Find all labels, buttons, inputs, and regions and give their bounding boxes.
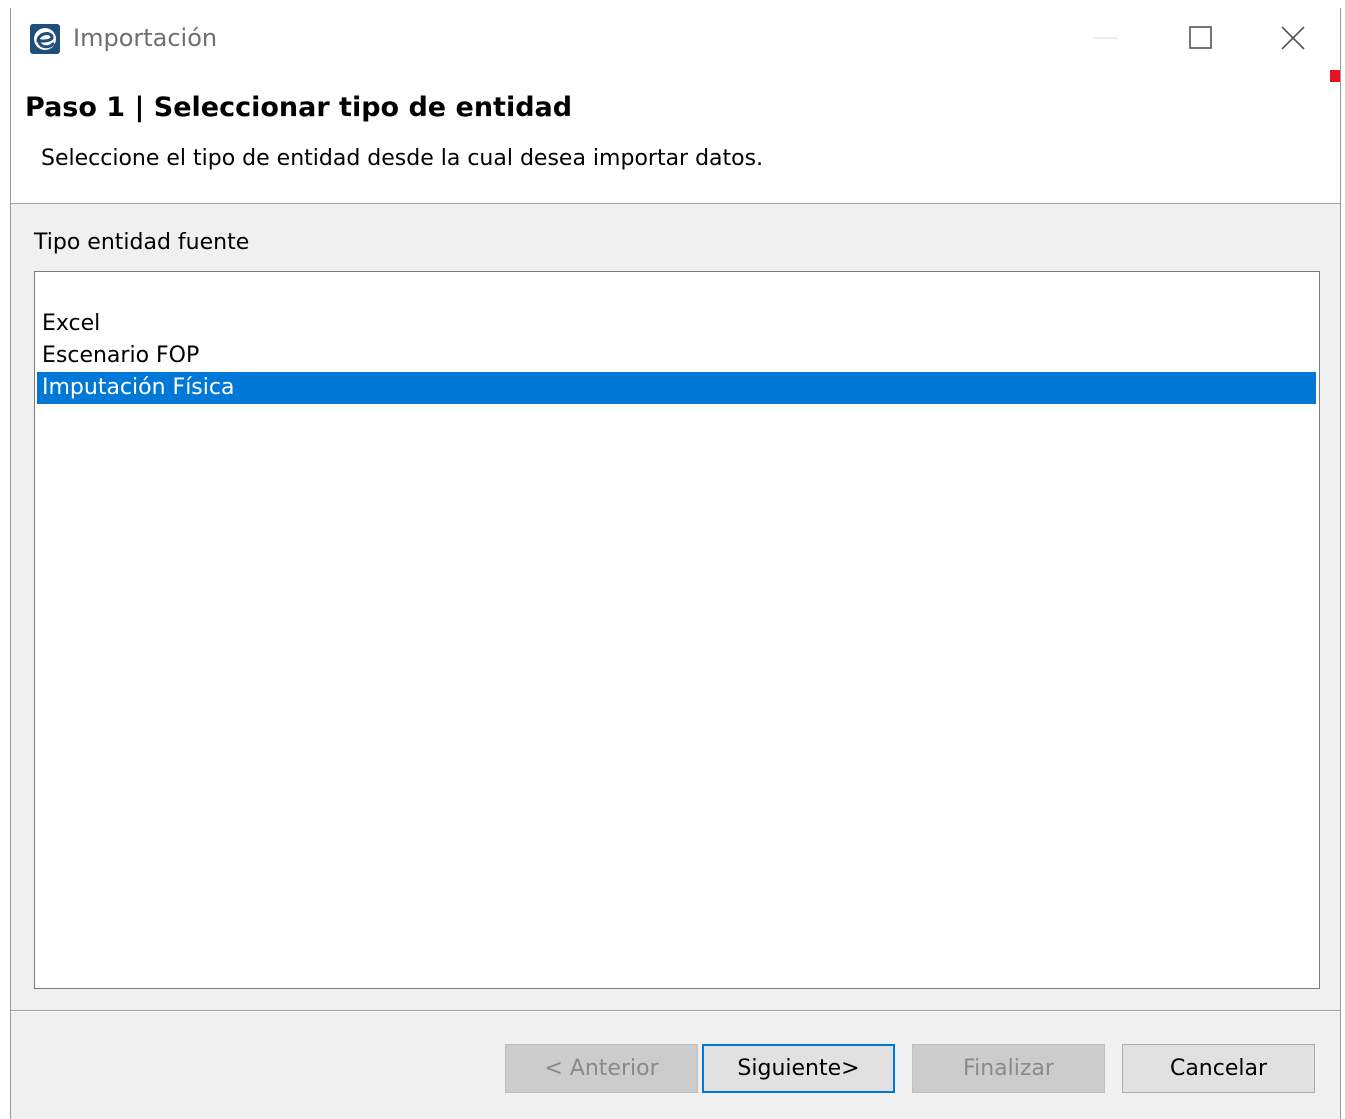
page-description: Seleccione el tipo de entidad desde la c… (41, 146, 764, 171)
window-title: Importación (73, 24, 218, 52)
maximize-button[interactable] (1171, 14, 1231, 62)
footer-divider (11, 1010, 1340, 1012)
red-marker (1330, 70, 1340, 82)
finish-button[interactable]: Finalizar (912, 1044, 1105, 1093)
source-type-label: Tipo entidad fuente (34, 230, 250, 255)
close-icon (1281, 26, 1305, 50)
page-title: Paso 1 | Seleccionar tipo de entidad (25, 92, 573, 123)
minimize-button[interactable] (1076, 14, 1136, 62)
maximize-icon (1189, 26, 1212, 49)
previous-button[interactable]: < Anterior (505, 1044, 698, 1093)
next-button[interactable]: Siguiente> (702, 1044, 895, 1093)
list-item-escenario-fop[interactable]: Escenario FOP (37, 340, 1316, 372)
e-logo-icon (30, 24, 60, 54)
list-item-imputacion-fisica[interactable]: Imputación Física (37, 372, 1316, 404)
list-item-excel[interactable]: Excel (37, 308, 1316, 340)
source-type-list[interactable]: Excel Escenario FOP Imputación Física (34, 271, 1320, 989)
close-button[interactable] (1263, 14, 1323, 62)
wizard-header: Paso 1 | Seleccionar tipo de entidad Sel… (11, 68, 1340, 204)
import-dialog: Importación Paso 1 | Seleccionar tipo de… (10, 8, 1341, 1119)
title-bar[interactable]: Importación (11, 8, 1340, 68)
cancel-button[interactable]: Cancelar (1122, 1044, 1315, 1093)
minimize-icon (1094, 37, 1118, 39)
